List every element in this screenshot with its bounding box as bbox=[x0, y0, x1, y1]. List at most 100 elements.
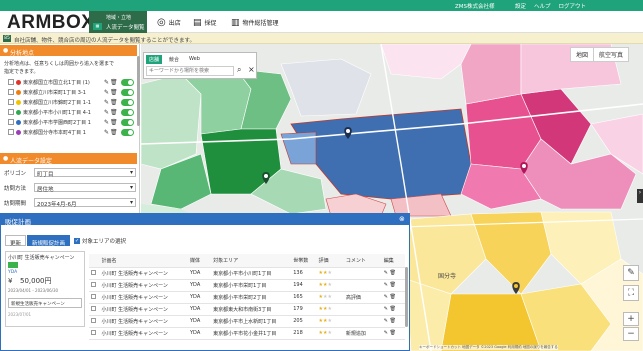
nav-property-management[interactable]: ▥ 物件総括管理 bbox=[231, 18, 279, 27]
trash-icon[interactable]: 🗑 bbox=[390, 318, 396, 324]
point-label: 東京都国分寺市本町4丁目 1 bbox=[23, 129, 86, 136]
row-checkbox[interactable] bbox=[91, 281, 96, 287]
street-view-icon[interactable]: ⛶ bbox=[623, 285, 639, 301]
trash-icon[interactable]: 🗑 bbox=[390, 306, 396, 312]
edit-icon[interactable]: ✎ bbox=[384, 270, 388, 276]
settings-link[interactable]: 設定 bbox=[515, 2, 526, 10]
search-icon[interactable]: ⌕ bbox=[237, 65, 241, 75]
new-plan-tab[interactable]: 新規販促計画 bbox=[27, 235, 71, 247]
edit-icon[interactable]: ✎ bbox=[103, 79, 110, 86]
point-checkbox[interactable] bbox=[8, 79, 14, 85]
table-row[interactable]: 小川町 生活販売キャンペーン YDA 東京都小平市栄町1丁目 194 ★★★ ✎ 🗑 bbox=[89, 279, 405, 292]
logout-link[interactable]: ログアウト bbox=[559, 2, 587, 10]
trash-icon[interactable]: 🗑 bbox=[390, 282, 396, 288]
edit-icon[interactable]: ✎ bbox=[103, 109, 110, 116]
map-attribution: キーボードショートカット 地図データ ©2023 Google 利用規約 地図の… bbox=[419, 345, 558, 350]
edit-icon[interactable]: ✎ bbox=[103, 119, 110, 126]
close-panel-icon[interactable]: ⊗ bbox=[399, 215, 405, 223]
visit-method-select[interactable]: 居住地 bbox=[34, 183, 136, 193]
period-select[interactable]: 2023年4月-6月 bbox=[34, 198, 136, 208]
nav-people-flow[interactable]: 地域・立地 ▦ 人流データ閲覧 bbox=[89, 11, 147, 33]
trash-icon[interactable]: 🗑 bbox=[110, 119, 118, 126]
visibility-toggle[interactable] bbox=[121, 118, 134, 126]
point-checkbox[interactable] bbox=[8, 129, 14, 135]
tab-competitor[interactable]: 競合 bbox=[166, 55, 182, 64]
zoom-out-button[interactable]: − bbox=[623, 327, 639, 341]
people-flow-settings-header[interactable]: ● 人流データ設定 bbox=[0, 153, 137, 165]
tab-web[interactable]: Web bbox=[186, 55, 203, 64]
point-checkbox[interactable] bbox=[8, 109, 14, 115]
edit-icon[interactable]: ✎ bbox=[384, 282, 388, 288]
plan-card[interactable]: 小川町 生活販売キャンペーン YDA 50,000円 ¥ 2023/04/01 … bbox=[5, 251, 85, 327]
analysis-point-row[interactable]: 東京都小平市学園西町2丁目 1 ✎ 🗑 bbox=[8, 117, 136, 127]
edit-icon[interactable]: ✎ bbox=[384, 318, 388, 324]
plan-media: YDA bbox=[188, 327, 212, 340]
zoom-in-button[interactable]: + bbox=[623, 312, 639, 326]
plan-rating: ★★★ bbox=[316, 291, 344, 304]
edit-icon[interactable]: ✎ bbox=[103, 129, 110, 136]
table-row[interactable]: 小川町 生活販売キャンペーン YDA 東京都小平市上水新町1丁目 205 ★★★ ✎ 🗑 bbox=[89, 315, 405, 328]
trash-icon[interactable]: 🗑 bbox=[110, 129, 118, 136]
analysis-point-row[interactable]: 東京都国分寺市本町4丁目 1 ✎ 🗑 bbox=[8, 127, 136, 137]
row-checkbox[interactable] bbox=[91, 293, 96, 299]
point-checkbox[interactable] bbox=[8, 99, 14, 105]
nav-promotion[interactable]: ▤ 採促 bbox=[193, 18, 217, 27]
company-name: ZMS株式会社様 bbox=[455, 4, 495, 10]
visibility-toggle[interactable] bbox=[121, 98, 134, 106]
tab-store[interactable]: 店舗 bbox=[146, 55, 163, 64]
visibility-toggle[interactable] bbox=[121, 78, 134, 86]
row-checkbox[interactable] bbox=[91, 329, 96, 335]
analysis-point-row[interactable]: 東京都小平市小川町1丁目 4-1 ✎ 🗑 bbox=[8, 107, 136, 117]
edit-icon[interactable]: ✎ bbox=[103, 99, 110, 106]
trash-icon[interactable]: 🗑 bbox=[390, 294, 396, 300]
checkbox-icon: ✓ bbox=[74, 238, 80, 244]
visibility-toggle[interactable] bbox=[121, 128, 134, 136]
row-checkbox[interactable] bbox=[91, 305, 96, 311]
visibility-toggle[interactable] bbox=[121, 88, 134, 96]
app-logo[interactable]: ARMBOX bbox=[7, 12, 94, 34]
target-icon: ◎ bbox=[157, 16, 166, 28]
analysis-point-row[interactable]: 東京都国立市国立北1丁目 (1) ✎ 🗑 bbox=[8, 77, 136, 87]
edit-icon[interactable]: ✎ bbox=[384, 330, 388, 336]
trash-icon[interactable]: 🗑 bbox=[110, 89, 118, 96]
analysis-point-row[interactable]: 東京都立川市栄町1丁目 3-1 ✎ 🗑 bbox=[8, 87, 136, 97]
update-tab[interactable]: 更新 bbox=[5, 235, 27, 247]
table-scrollbar[interactable] bbox=[405, 267, 408, 327]
edit-icon[interactable]: ✎ bbox=[384, 294, 388, 300]
chevron-right-icon[interactable]: › bbox=[637, 189, 643, 203]
point-checkbox[interactable] bbox=[8, 119, 14, 125]
sidebar-scrollbar[interactable] bbox=[137, 56, 140, 126]
trash-icon[interactable]: 🗑 bbox=[110, 99, 118, 106]
polygon-select[interactable]: 町丁目 bbox=[34, 168, 136, 178]
trash-icon[interactable]: 🗑 bbox=[390, 270, 396, 276]
table-row[interactable]: 小川町 生活販売キャンペーン YDA 東京都小平市花小金井1丁目 218 ★★★ 新規追加… bbox=[89, 327, 405, 340]
analysis-points-header[interactable]: ● 分析地点 bbox=[0, 45, 137, 57]
trash-icon[interactable]: 🗑 bbox=[110, 79, 118, 86]
trash-icon[interactable]: 🗑 bbox=[110, 109, 118, 116]
map-type-satellite[interactable]: 航空写真 bbox=[594, 48, 628, 61]
table-row[interactable]: 小川町 生活販売キャンペーン YDA 東京都小平市小川町1丁目 136 ★★★ ✎ 🗑 bbox=[89, 267, 405, 280]
map-search-input[interactable] bbox=[146, 66, 234, 76]
info-bar: 85 自社店舗、物件、競合店の周辺の人流データを閲覧することができます。 bbox=[0, 33, 643, 44]
plan-households: 218 bbox=[291, 327, 317, 340]
visibility-toggle[interactable] bbox=[121, 108, 134, 116]
card-new-button[interactable]: 新規生活販売キャンペーン bbox=[8, 298, 82, 308]
edit-icon[interactable]: ✎ bbox=[103, 89, 110, 96]
row-checkbox[interactable] bbox=[91, 317, 96, 323]
pegman-icon[interactable]: ✎ bbox=[623, 265, 639, 281]
point-checkbox[interactable] bbox=[8, 89, 14, 95]
help-link[interactable]: ヘルプ bbox=[534, 2, 551, 10]
plan-rating: ★★★ bbox=[316, 279, 344, 292]
nav-store-opening[interactable]: ◎ 出店 bbox=[157, 16, 181, 28]
plan-media: YDA bbox=[188, 303, 212, 316]
analysis-point-row[interactable]: 東京都国立川市錦町2丁目 1-1 ✎ 🗑 bbox=[8, 97, 136, 107]
trash-icon[interactable]: 🗑 bbox=[390, 330, 396, 336]
table-row[interactable]: 小川町 生活販売キャンペーン YDA 東京都小平市栄町2丁目 165 ★★★ 高評価 ✎ 🗑 bbox=[89, 291, 405, 304]
close-icon[interactable]: × bbox=[248, 65, 255, 74]
row-checkbox[interactable] bbox=[91, 269, 96, 275]
map-type-map[interactable]: 地図 bbox=[571, 48, 595, 61]
edit-icon[interactable]: ✎ bbox=[384, 306, 388, 312]
plan-rating: ★★★ bbox=[316, 327, 344, 340]
table-row[interactable]: 小川町 生活販売キャンペーン YDA 東京都東大和市南街3丁目 179 ★★★ ✎ 🗑 bbox=[89, 303, 405, 316]
area-select-checkbox[interactable]: ✓ 対象エリアの選択 bbox=[74, 237, 126, 245]
